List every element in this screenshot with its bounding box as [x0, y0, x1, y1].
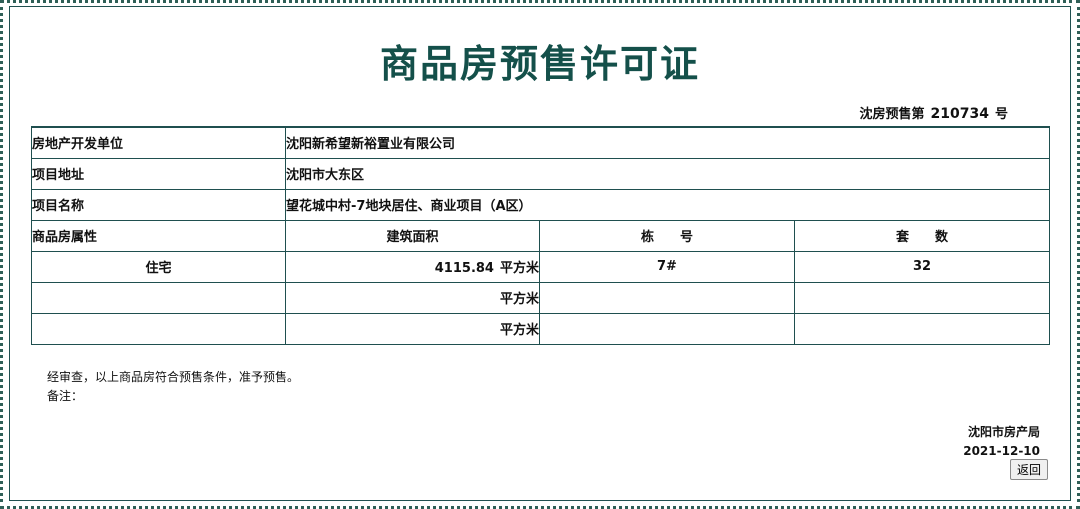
row-building: [539, 281, 795, 314]
header-units: 套 数: [794, 219, 1050, 252]
table-row: 平方米: [31, 281, 1050, 314]
row-property: [31, 312, 286, 345]
issuer-name: 沈阳市房产局: [967, 425, 1040, 439]
certificate-frame: 商品房预售许可证 沈房预售第 210734 号 房地产开发单位 沈阳新希望新裕置业有…: [9, 6, 1071, 501]
row-area-unit: 平方米: [499, 323, 539, 338]
header-building: 栋 号: [539, 219, 795, 252]
developer-label: 房地产开发单位: [31, 126, 286, 159]
row-area-unit: 平方米: [499, 261, 539, 276]
row-units: [794, 281, 1050, 314]
row-building: 7#: [539, 250, 795, 283]
table-row: 住宅 4115.84 平方米 7# 32: [31, 250, 1050, 283]
row-building: [539, 312, 795, 345]
permit-number: 沈房预售第 210734 号: [860, 103, 1008, 122]
permit-suffix: 号: [994, 107, 1008, 122]
row-property: [31, 281, 286, 314]
table-row: 项目地址 沈阳市大东区: [31, 157, 1050, 190]
developer-value: 沈阳新希望新裕置业有限公司: [285, 126, 1050, 159]
row-area: 4115.84 平方米: [285, 250, 540, 283]
approval-text: 经审查，以上商品房符合预售条件，准予预售。: [47, 370, 300, 384]
approval-notice: 经审查，以上商品房符合预售条件，准予预售。 备注：: [47, 368, 299, 406]
row-area-value: 4115.84: [434, 261, 494, 276]
remark-label: 备注：: [47, 389, 84, 403]
address-value: 沈阳市大东区: [285, 157, 1050, 190]
row-property: 住宅: [31, 250, 286, 283]
back-button[interactable]: 返回: [1009, 459, 1048, 480]
project-name-value: 望花城中村-7地块居住、商业项目（A区）: [285, 188, 1050, 221]
row-area: 平方米: [285, 281, 540, 314]
row-area: 平方米: [285, 312, 540, 345]
page-title: 商品房预售许可证: [379, 42, 700, 86]
header-area: 建筑面积: [285, 219, 540, 252]
row-area-unit: 平方米: [499, 292, 539, 307]
project-name-label: 项目名称: [31, 188, 286, 221]
header-property: 商品房属性: [31, 219, 286, 252]
table-header-row: 商品房属性 建筑面积 栋 号 套 数: [31, 219, 1050, 252]
row-units: [794, 312, 1050, 345]
table-row: 房地产开发单位 沈阳新希望新裕置业有限公司: [31, 126, 1050, 159]
issuer-block: 沈阳市房产局 2021-12-10: [963, 423, 1040, 461]
table-row: 项目名称 望花城中村-7地块居住、商业项目（A区）: [31, 188, 1050, 221]
table-row: 平方米: [31, 312, 1050, 345]
permit-number-value: 210734: [930, 106, 989, 122]
row-units: 32: [794, 250, 1050, 283]
permit-prefix: 沈房预售第: [859, 107, 925, 122]
permit-table: 房地产开发单位 沈阳新希望新裕置业有限公司 项目地址 沈阳市大东区 项目名称 望…: [31, 126, 1050, 345]
address-label: 项目地址: [31, 157, 286, 190]
